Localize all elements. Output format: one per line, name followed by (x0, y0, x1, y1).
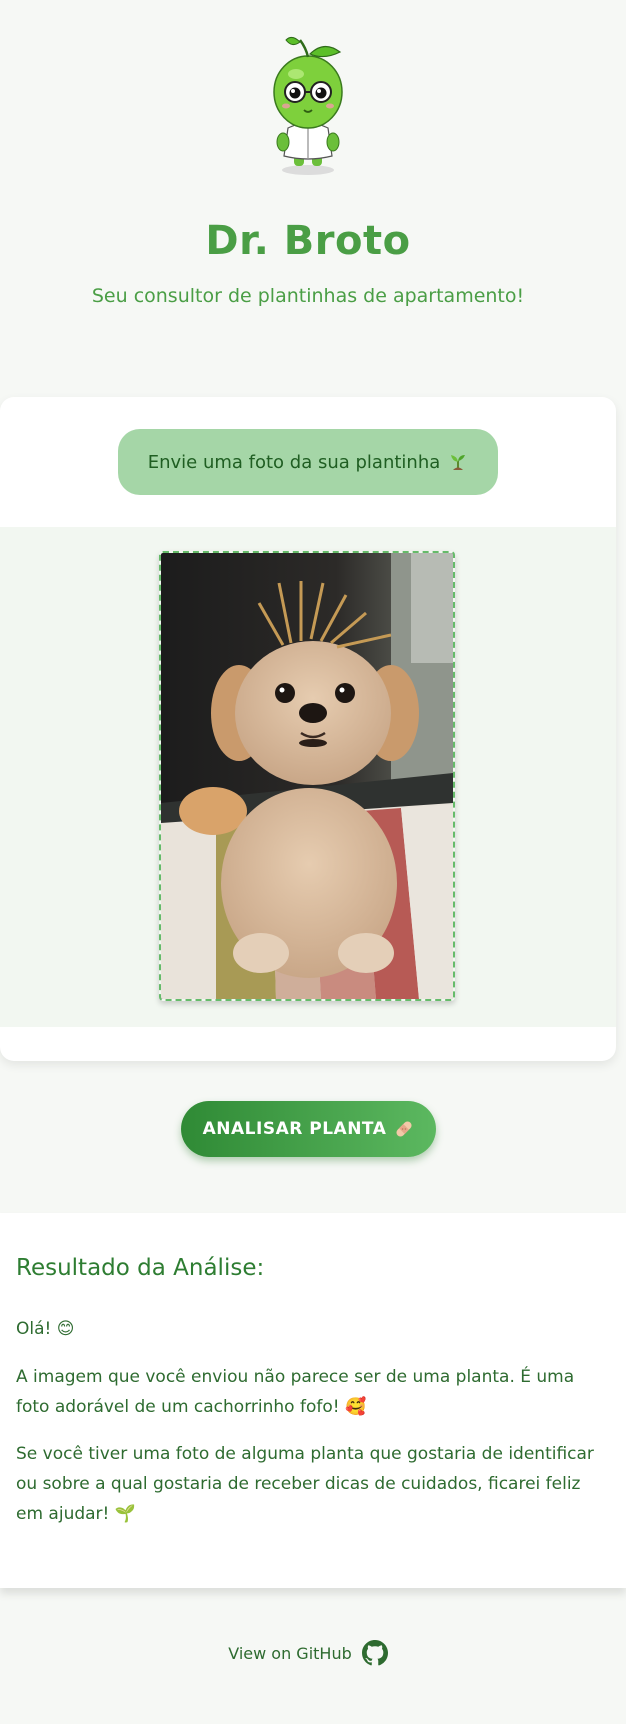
uploaded-photo (161, 553, 453, 999)
seedling-icon (451, 455, 466, 470)
upload-button-label: Envie uma foto da sua plantinha (147, 451, 441, 473)
upload-photo-button[interactable]: Envie uma foto da sua plantinha (118, 429, 498, 495)
bandage-icon (396, 1121, 412, 1137)
page-subtitle: Seu consultor de plantinhas de apartamen… (91, 285, 525, 307)
uploaded-photo-preview[interactable] (159, 551, 455, 1001)
page: Dr. Broto Seu consultor de plantinhas de… (0, 0, 626, 1724)
github-icon[interactable] (361, 1640, 388, 1666)
page-title: Dr. Broto (205, 218, 411, 264)
upload-card: Envie uma foto da sua plantinha (0, 397, 616, 1061)
analyze-plant-button[interactable]: ANALISAR PLANTA (181, 1101, 436, 1157)
result-paragraph: A imagem que você enviou não parece ser … (16, 1367, 575, 1417)
result-paragraph: Se você tiver uma foto de alguma planta … (16, 1444, 594, 1524)
analyze-button-label: ANALISAR PLANTA (202, 1119, 387, 1139)
footer: View on GitHub (0, 1640, 616, 1666)
result-title: Resultado da Análise: (16, 1255, 265, 1281)
github-link[interactable]: View on GitHub (228, 1644, 352, 1663)
image-preview-area (0, 527, 616, 1027)
result-paragraph: Olá! 😊 (16, 1319, 75, 1339)
mascot-logo (273, 36, 343, 175)
analysis-result-panel: Resultado da Análise: Olá! 😊 A imagem qu… (0, 1213, 626, 1588)
